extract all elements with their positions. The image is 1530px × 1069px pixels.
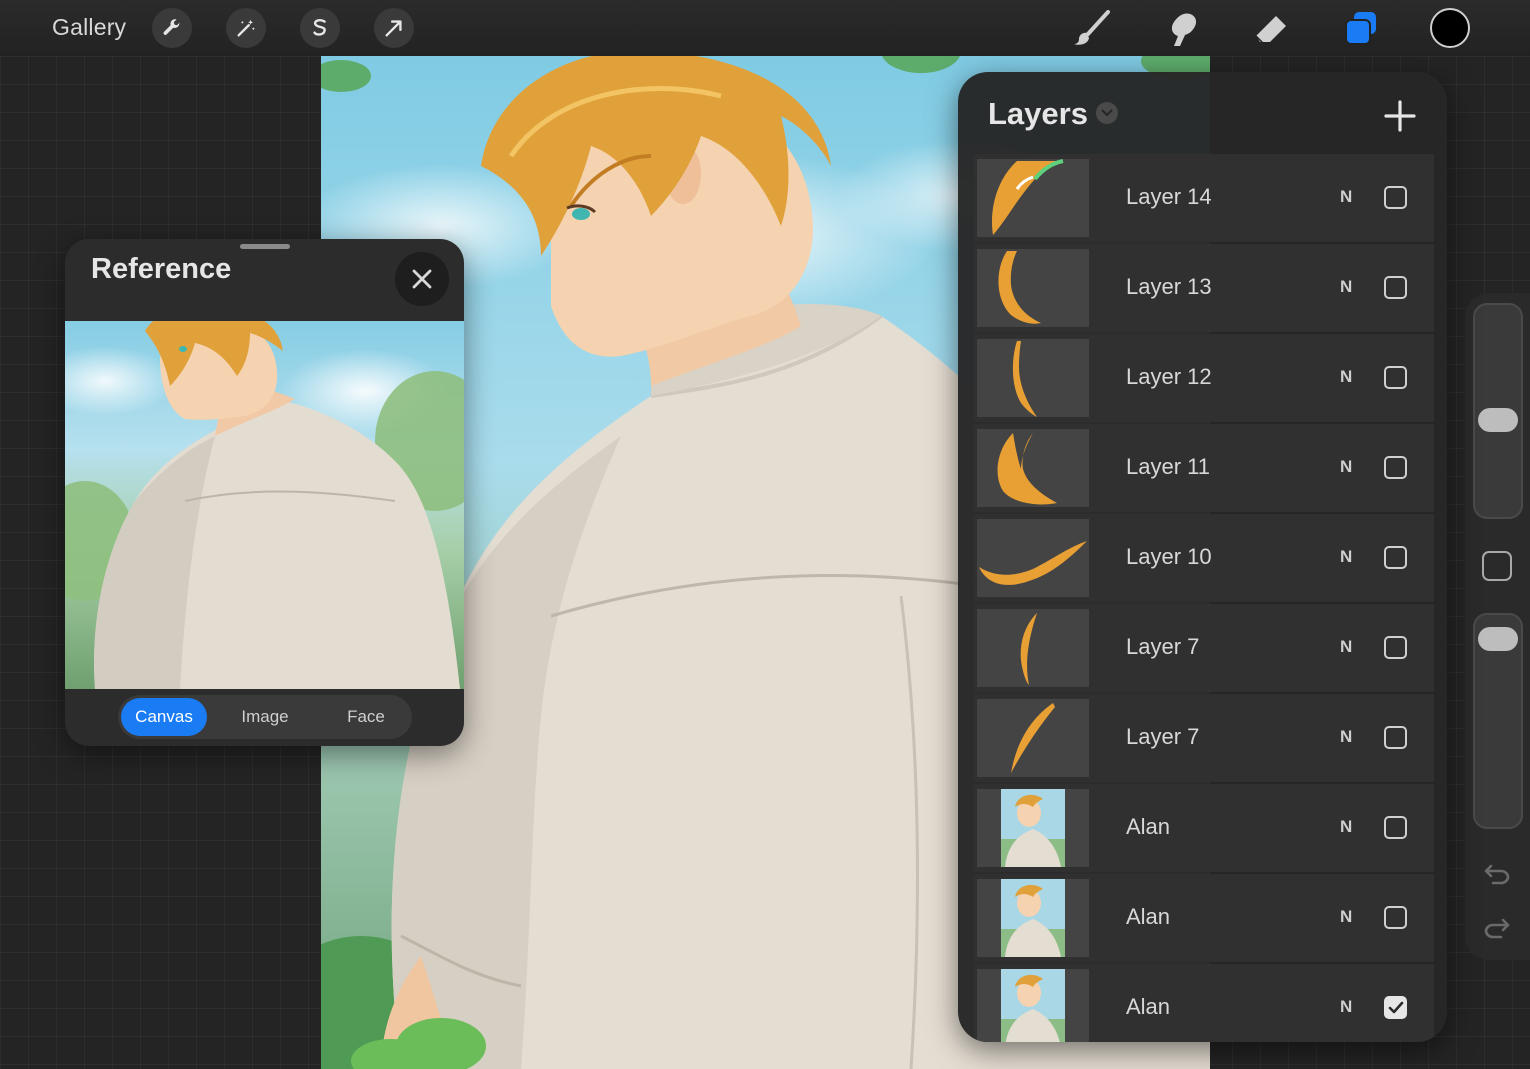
magic-wand-icon[interactable] <box>226 8 266 48</box>
blend-mode[interactable]: N <box>1340 907 1352 927</box>
blend-mode[interactable]: N <box>1340 727 1352 747</box>
reference-title: Reference <box>91 253 232 285</box>
visibility-checkbox[interactable] <box>1384 456 1407 479</box>
layer-thumbnail <box>977 249 1089 327</box>
reference-panel: Reference Canvas Image Face <box>65 239 464 746</box>
drag-handle[interactable] <box>240 244 290 249</box>
layer-thumbnail <box>977 159 1089 237</box>
blend-mode[interactable]: N <box>1340 997 1352 1017</box>
chevron-down-icon[interactable] <box>1096 102 1118 124</box>
layers-panel: Layers Layer 14 N Layer 13 N Layer 12 N … <box>958 72 1447 1042</box>
blend-mode[interactable]: N <box>1340 187 1352 207</box>
layer-thumbnail <box>977 879 1089 957</box>
wrench-icon[interactable] <box>152 8 192 48</box>
brush-size-slider[interactable] <box>1473 303 1523 519</box>
visibility-checkbox[interactable] <box>1384 816 1407 839</box>
visibility-checkbox[interactable] <box>1384 546 1407 569</box>
gallery-button[interactable]: Gallery <box>52 14 126 41</box>
layer-row[interactable]: Layer 11 N <box>974 424 1434 512</box>
layer-thumbnail <box>977 609 1089 687</box>
tab-canvas[interactable]: Canvas <box>121 698 207 736</box>
layer-name: Layer 10 <box>1126 544 1212 569</box>
tab-image[interactable]: Image <box>222 698 308 736</box>
brush-icon[interactable] <box>1070 6 1114 50</box>
modify-button[interactable] <box>1482 551 1512 581</box>
layer-row[interactable]: Layer 12 N <box>974 334 1434 422</box>
layer-name: Alan <box>1126 904 1171 929</box>
blend-mode[interactable]: N <box>1340 547 1352 567</box>
layer-row[interactable]: Layer 10 N <box>974 514 1434 602</box>
visibility-checkbox[interactable] <box>1384 276 1407 299</box>
transform-arrow-icon[interactable] <box>374 8 414 48</box>
layer-row[interactable]: Layer 7 N <box>974 694 1434 782</box>
layer-thumbnail <box>977 519 1089 597</box>
layer-row[interactable]: Alan N <box>974 964 1434 1042</box>
color-swatch[interactable] <box>1430 8 1470 48</box>
layer-name: Layer 7 <box>1126 634 1200 659</box>
sidebar <box>1465 293 1530 960</box>
blend-mode[interactable]: N <box>1340 367 1352 387</box>
visibility-checkbox[interactable] <box>1384 186 1407 209</box>
blend-mode[interactable]: N <box>1340 817 1352 837</box>
layer-thumbnail <box>977 339 1089 417</box>
undo-icon[interactable] <box>1481 859 1513 889</box>
layer-row[interactable]: Layer 7 N <box>974 604 1434 692</box>
redo-icon[interactable] <box>1481 913 1513 943</box>
layer-name: Layer 11 <box>1126 454 1210 479</box>
reference-preview <box>65 321 464 689</box>
visibility-checkbox[interactable] <box>1384 726 1407 749</box>
visibility-checkbox[interactable] <box>1384 366 1407 389</box>
layer-name: Alan <box>1126 994 1171 1019</box>
checkmark-icon <box>1388 1001 1404 1014</box>
layer-list: Layer 14 N Layer 13 N Layer 12 N Layer 1… <box>974 154 1434 1042</box>
blend-mode[interactable]: N <box>1340 277 1352 297</box>
opacity-thumb[interactable] <box>1478 627 1518 652</box>
add-layer-button[interactable] <box>1378 94 1422 138</box>
layers-icon[interactable] <box>1338 6 1382 50</box>
layer-thumbnail <box>977 969 1089 1042</box>
layer-row[interactable]: Alan N <box>974 874 1434 962</box>
layers-title: Layers <box>988 96 1088 131</box>
layer-thumbnail <box>977 789 1089 867</box>
layer-row[interactable]: Layer 13 N <box>974 244 1434 332</box>
layer-name: Layer 12 <box>1126 364 1212 389</box>
reference-mode-tabs: Canvas Image Face <box>118 695 412 739</box>
visibility-checkbox[interactable] <box>1384 906 1407 929</box>
selection-icon[interactable] <box>300 8 340 48</box>
smudge-icon[interactable] <box>1160 6 1204 50</box>
layer-thumbnail <box>977 429 1089 507</box>
layer-thumbnail <box>977 699 1089 777</box>
layer-row[interactable]: Layer 14 N <box>974 154 1434 242</box>
eraser-icon[interactable] <box>1248 6 1292 50</box>
close-button[interactable] <box>395 252 449 306</box>
layer-name: Layer 7 <box>1126 724 1200 749</box>
top-toolbar: Gallery <box>0 0 1530 56</box>
blend-mode[interactable]: N <box>1340 457 1352 477</box>
layer-name: Alan <box>1126 814 1171 839</box>
plus-icon <box>1384 100 1416 132</box>
visibility-checkbox[interactable] <box>1384 996 1407 1019</box>
layer-name: Layer 13 <box>1126 274 1212 299</box>
visibility-checkbox[interactable] <box>1384 636 1407 659</box>
tab-face[interactable]: Face <box>323 698 409 736</box>
opacity-slider[interactable] <box>1473 613 1523 829</box>
layer-row[interactable]: Alan N <box>974 784 1434 872</box>
blend-mode[interactable]: N <box>1340 637 1352 657</box>
close-icon <box>412 269 432 289</box>
brush-size-thumb[interactable] <box>1478 408 1518 433</box>
layer-name: Layer 14 <box>1126 184 1212 209</box>
